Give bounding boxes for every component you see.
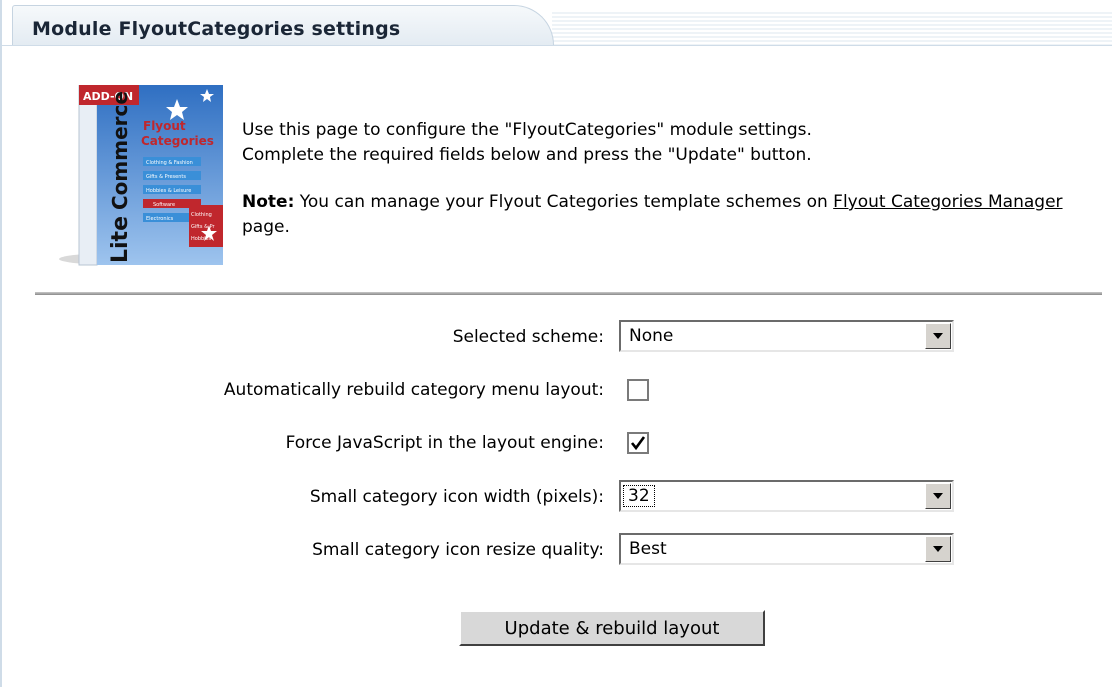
note-text: You can manage your Flyout Categories te…: [294, 192, 834, 212]
note-label: Note:: [242, 192, 295, 212]
header-underline: [2, 45, 1112, 46]
boxart-submenu-item: Clothing: [191, 212, 212, 218]
boxart-menu-item: Software: [153, 202, 175, 208]
auto-rebuild-checkbox[interactable]: [627, 379, 649, 401]
note-suffix: page.: [242, 217, 290, 237]
force-javascript-label: Force JavaScript in the layout engine:: [285, 433, 604, 453]
flyout-categories-manager-link[interactable]: Flyout Categories Manager: [833, 192, 1062, 212]
auto-rebuild-label: Automatically rebuild category menu layo…: [223, 380, 604, 400]
note-paragraph: Note: You can manage your Flyout Categor…: [242, 190, 1092, 240]
resize-quality-select[interactable]: Best: [619, 533, 954, 565]
boxart-menu-item: Electronics: [146, 216, 174, 222]
product-box-image: ADD-ON Lite Commerce Flyout Categories C…: [59, 85, 223, 266]
icon-width-label: Small category icon width (pixels):: [309, 487, 604, 507]
selected-scheme-select[interactable]: None: [619, 320, 954, 352]
selected-scheme-label: Selected scheme:: [452, 327, 604, 347]
chevron-down-icon[interactable]: [925, 323, 951, 349]
boxart-menu-item: Hobbies & Leisure: [146, 188, 191, 194]
intro-line-2: Complete the required fields below and p…: [242, 145, 812, 165]
boxart-menu-item: Clothing & Fashion: [146, 160, 193, 166]
settings-panel: Module FlyoutCategories settings ADD-ON …: [0, 0, 1112, 687]
update-rebuild-button[interactable]: Update & rebuild layout: [459, 610, 765, 646]
intro-text: Use this page to configure the "FlyoutCa…: [242, 118, 1092, 240]
selected-scheme-value: None: [629, 326, 674, 346]
boxart-brand-top: Lite: [108, 216, 133, 263]
boxart-submenu-item: Gifts & Pr: [191, 224, 216, 230]
header-tab-bar: Module FlyoutCategories settings: [2, 0, 1112, 46]
boxart-menu-item: Gifts & Presents: [146, 174, 186, 180]
resize-quality-value: Best: [629, 539, 667, 559]
header-stripe: [552, 12, 1112, 46]
page-title: Module FlyoutCategories settings: [32, 18, 401, 40]
resize-quality-label: Small category icon resize quality:: [312, 540, 604, 560]
intro-line-1: Use this page to configure the "FlyoutCa…: [242, 120, 812, 140]
chevron-down-icon[interactable]: [925, 536, 951, 562]
chevron-down-icon[interactable]: [925, 483, 951, 509]
boxart-brand-bottom: Commerce: [108, 91, 132, 210]
boxart-product-line2: Categories: [141, 134, 214, 148]
icon-width-value: 32: [623, 485, 655, 507]
force-javascript-checkbox[interactable]: [627, 432, 649, 454]
section-divider: [35, 292, 1102, 295]
icon-width-select[interactable]: 32: [619, 480, 954, 512]
checkmark-icon: [630, 436, 646, 451]
boxart-product-line1: Flyout: [143, 119, 186, 133]
